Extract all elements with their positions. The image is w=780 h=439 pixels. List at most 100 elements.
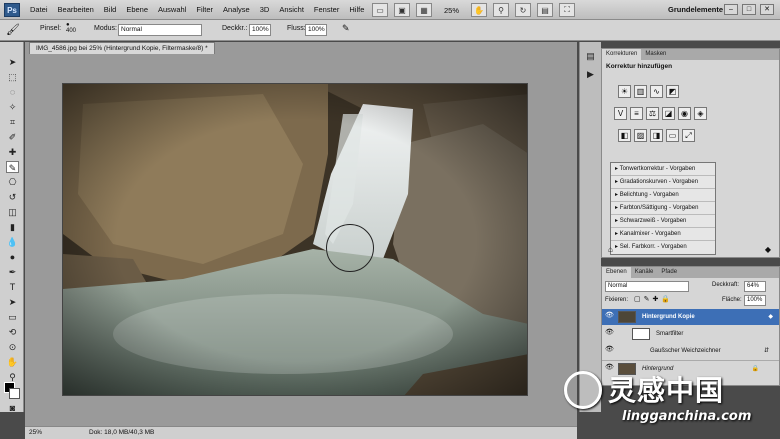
menu-ansicht[interactable]: Ansicht <box>279 5 304 14</box>
layer-opacity-field[interactable]: 64% <box>744 281 766 292</box>
clone-stamp-tool-icon[interactable]: ⎔ <box>6 176 19 188</box>
gradient-map-icon[interactable]: ▭ <box>666 129 679 142</box>
hand-tool-icon[interactable]: ✋ <box>6 356 19 368</box>
preset-gradationskurven[interactable]: Gradationskurven - Vorgaben <box>611 176 715 189</box>
preset-schwarzweiss[interactable]: Schwarzweiß - Vorgaben <box>611 215 715 228</box>
flow-label: Fluss: <box>287 25 306 32</box>
tab-pfade[interactable]: Pfade <box>657 267 681 278</box>
history-panel-icon[interactable]: ▤ <box>584 50 597 62</box>
exposure-icon[interactable]: ◩ <box>666 85 679 98</box>
airbrush-icon[interactable]: ✎ <box>342 23 350 34</box>
tab-ebenen[interactable]: Ebenen <box>602 267 631 278</box>
color-balance-icon[interactable]: ⚖ <box>646 107 659 120</box>
menu-bearbeiten[interactable]: Bearbeiten <box>58 5 94 14</box>
blur-tool-icon[interactable]: 💧 <box>6 236 19 248</box>
layer-row-smartfilter[interactable]: 👁 Smartfilter <box>602 326 779 342</box>
visibility-eye-icon[interactable]: 👁 <box>605 345 614 355</box>
background-color-swatch[interactable] <box>9 388 20 399</box>
maximize-icon[interactable]: □ <box>742 4 756 15</box>
visibility-eye-icon[interactable]: 👁 <box>605 311 614 321</box>
flow-field[interactable]: 100% <box>305 24 327 36</box>
curves-icon[interactable]: ∿ <box>650 85 663 98</box>
channel-mixer-icon[interactable]: ◈ <box>694 107 707 120</box>
mode-select[interactable]: Normal <box>118 24 202 36</box>
clip-to-layer-icon[interactable]: ⌂ <box>608 245 613 254</box>
levels-icon[interactable]: ▥ <box>634 85 647 98</box>
lasso-tool-icon[interactable]: ◌ <box>6 86 19 98</box>
quick-mask-icon[interactable]: ◙ <box>6 402 19 414</box>
close-icon[interactable]: ✕ <box>760 4 774 15</box>
threshold-icon[interactable]: ◨ <box>650 129 663 142</box>
visibility-eye-icon[interactable]: 👁 <box>605 328 614 338</box>
tab-kanaele[interactable]: Kanäle <box>631 267 658 278</box>
menu-bild[interactable]: Bild <box>104 5 117 14</box>
mini-bridge-icon[interactable]: ▣ <box>394 3 410 17</box>
preset-tonwertkorrektur[interactable]: Tonwertkorrektur - Vorgaben <box>611 163 715 176</box>
preset-sel-farbkorr[interactable]: Sel. Farbkorr. - Vorgaben <box>611 241 715 254</box>
menu-auswahl[interactable]: Auswahl <box>158 5 186 14</box>
preset-kanalmixer[interactable]: Kanalmixer - Vorgaben <box>611 228 715 241</box>
pen-tool-icon[interactable]: ✒ <box>6 266 19 278</box>
menu-ebene[interactable]: Ebene <box>126 5 148 14</box>
hand-tool-icon[interactable]: ✋ <box>471 3 488 17</box>
preset-belichtung[interactable]: Belichtung - Vorgaben <box>611 189 715 202</box>
menu-hilfe[interactable]: Hilfe <box>349 5 364 14</box>
move-tool-icon[interactable]: ➤ <box>6 56 19 68</box>
posterize-icon[interactable]: ▨ <box>634 129 647 142</box>
extras-icon[interactable]: ▦ <box>416 3 432 17</box>
image-canvas[interactable] <box>62 83 528 396</box>
screen-mode-icon[interactable]: ⛶ <box>559 3 576 17</box>
brush-preset-picker[interactable]: ● 400 <box>66 22 76 34</box>
type-tool-icon[interactable]: T <box>6 281 19 293</box>
path-selection-tool-icon[interactable]: ➤ <box>6 296 19 308</box>
selective-color-icon[interactable]: ⤢ <box>682 129 695 142</box>
vibrance-icon[interactable]: V <box>614 107 627 120</box>
dodge-tool-icon[interactable]: ● <box>6 251 19 263</box>
black-white-icon[interactable]: ◪ <box>662 107 675 120</box>
menu-analyse[interactable]: Analyse <box>223 5 250 14</box>
document-tab[interactable]: IMG_4586.jpg bei 25% (Hintergrund Kopie,… <box>29 42 215 54</box>
hue-saturation-icon[interactable]: ≡ <box>630 107 643 120</box>
status-zoom[interactable]: 25% <box>29 427 42 439</box>
menu-fenster[interactable]: Fenster <box>314 5 339 14</box>
gradient-tool-icon[interactable]: ▮ <box>6 221 19 233</box>
layer-row-gaussian-blur[interactable]: 👁 Gaußscher Weichzeichner ⇵ <box>602 343 779 359</box>
eraser-tool-icon[interactable]: ◫ <box>6 206 19 218</box>
actions-panel-icon[interactable]: ▶ <box>584 68 597 80</box>
rotate-view-icon[interactable]: ↻ <box>515 3 532 17</box>
layer-row-hintergrund-kopie[interactable]: 👁 Hintergrund Kopie ◆ <box>602 309 779 325</box>
menu-datei[interactable]: Datei <box>30 5 48 14</box>
history-brush-tool-icon[interactable]: ↺ <box>6 191 19 203</box>
quick-selection-tool-icon[interactable]: ✧ <box>6 101 19 113</box>
arrange-documents-icon[interactable]: ▤ <box>537 3 554 17</box>
photo-filter-icon[interactable]: ◉ <box>678 107 691 120</box>
new-adjustment-icon[interactable]: ◆ <box>765 245 771 254</box>
shape-tool-icon[interactable]: ▭ <box>6 311 19 323</box>
brightness-contrast-icon[interactable]: ☀ <box>618 85 631 98</box>
zoom-tool-icon[interactable]: ⚲ <box>493 3 510 17</box>
healing-brush-tool-icon[interactable]: ✚ <box>6 146 19 158</box>
brush-tool-icon[interactable]: ✎ <box>6 161 19 173</box>
marquee-tool-icon[interactable]: ⬚ <box>6 71 19 83</box>
3d-orbit-tool-icon[interactable]: ⊙ <box>6 341 19 353</box>
filter-options-icon[interactable]: ⇵ <box>764 343 769 359</box>
bridge-icon[interactable]: ▭ <box>372 3 388 17</box>
fill-field[interactable]: 100% <box>744 295 766 306</box>
eyedropper-tool-icon[interactable]: ✐ <box>6 131 19 143</box>
zoom-level[interactable]: 25% <box>438 6 465 15</box>
workspace-switcher[interactable]: Grundelemente <box>668 5 723 14</box>
brush-tool-icon[interactable]: 🖌 <box>6 23 20 36</box>
minimize-icon[interactable]: – <box>724 4 738 15</box>
crop-tool-icon[interactable]: ⌗ <box>6 116 19 128</box>
opacity-field[interactable]: 100% <box>249 24 271 36</box>
lock-icons[interactable]: ▢✎✚🔒 <box>634 295 673 303</box>
blend-mode-select[interactable]: Normal <box>605 281 689 292</box>
tab-korrekturen[interactable]: Korrekturen <box>602 49 642 60</box>
menu-filter[interactable]: Filter <box>196 5 213 14</box>
menu-3d[interactable]: 3D <box>260 5 270 14</box>
tab-masken[interactable]: Masken <box>641 49 670 60</box>
preset-farbton-saettigung[interactable]: Farbton/Sättigung - Vorgaben <box>611 202 715 215</box>
filter-mask-thumbnail[interactable] <box>632 328 650 340</box>
invert-icon[interactable]: ◧ <box>618 129 631 142</box>
3d-rotate-tool-icon[interactable]: ⟲ <box>6 326 19 338</box>
